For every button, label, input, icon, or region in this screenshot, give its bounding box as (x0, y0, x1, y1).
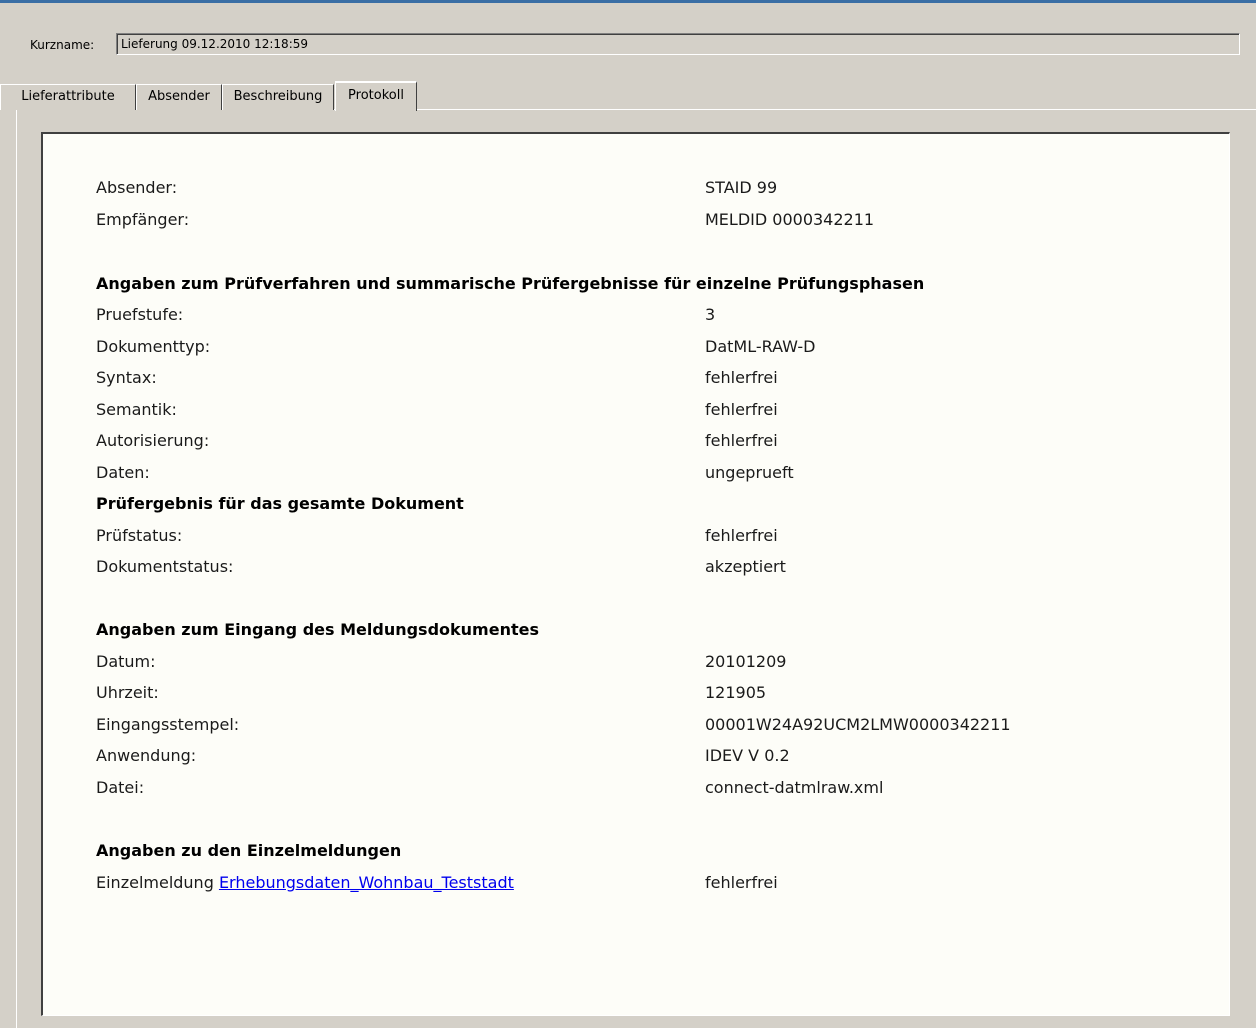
einzelmeldung-link[interactable]: Erhebungsdaten_Wohnbau_Teststadt (219, 873, 514, 892)
check-label: Semantik: (96, 400, 177, 419)
check-value: fehlerfrei (705, 431, 778, 450)
check-value: fehlerfrei (705, 368, 778, 387)
check-label: Autorisierung: (96, 431, 210, 450)
check-value: DatML-RAW-D (705, 337, 816, 356)
check-value: fehlerfrei (705, 400, 778, 419)
tab-absender[interactable]: Absender (136, 84, 222, 110)
absender-label: Absender: (96, 178, 178, 197)
result-value: fehlerfrei (705, 526, 778, 545)
check-label: Pruefstufe: (96, 305, 184, 324)
single-heading: Angaben zu den Einzelmeldungen (96, 841, 402, 860)
single-prefix: Einzelmeldung (96, 873, 219, 892)
tab-beschreibung[interactable]: Beschreibung (222, 84, 334, 110)
receipt-label: Eingangsstempel: (96, 715, 240, 734)
single-value: fehlerfrei (705, 873, 778, 892)
empfaenger-label: Empfänger: (96, 210, 190, 229)
receipt-value: 121905 (705, 683, 767, 702)
receipt-value: connect-datmlraw.xml (705, 778, 884, 797)
check-label: Dokumenttyp: (96, 337, 211, 356)
check-label: Syntax: (96, 368, 157, 387)
receipt-heading: Angaben zum Eingang des Meldungsdokument… (96, 620, 539, 639)
absender-value: STAID 99 (705, 178, 778, 197)
check-heading: Angaben zum Prüfverfahren und summarisch… (96, 274, 925, 293)
tab-bar: Lieferattribute Absender Beschreibung Pr… (0, 81, 1256, 111)
receipt-label: Datum: (96, 652, 156, 671)
window-top-border (0, 0, 1256, 3)
receipt-label: Anwendung: (96, 746, 197, 765)
tab-lieferattribute[interactable]: Lieferattribute (0, 84, 136, 110)
receipt-label: Datei: (96, 778, 145, 797)
shortname-label: Kurzname: (30, 38, 95, 52)
receipt-value: 20101209 (705, 652, 787, 671)
result-value: akzeptiert (705, 557, 786, 576)
result-label: Dokumentstatus: (96, 557, 234, 576)
receipt-value: 00001W24A92UCM2LMW0000342211 (705, 715, 1011, 734)
receipt-label: Uhrzeit: (96, 683, 159, 702)
check-value: 3 (705, 305, 716, 324)
result-label: Prüfstatus: (96, 526, 183, 545)
empfaenger-value: MELDID 0000342211 (705, 210, 875, 229)
tab-protokoll[interactable]: Protokoll (335, 81, 417, 111)
check-value: ungeprueft (705, 463, 794, 482)
receipt-value: IDEV V 0.2 (705, 746, 790, 765)
result-heading: Prüfergebnis für das gesamte Dokument (96, 494, 464, 513)
single-row: Einzelmeldung Erhebungsdaten_Wohnbau_Tes… (96, 873, 514, 892)
shortname-field[interactable]: Lieferung 09.12.2010 12:18:59 (116, 33, 1240, 55)
check-label: Daten: (96, 463, 150, 482)
